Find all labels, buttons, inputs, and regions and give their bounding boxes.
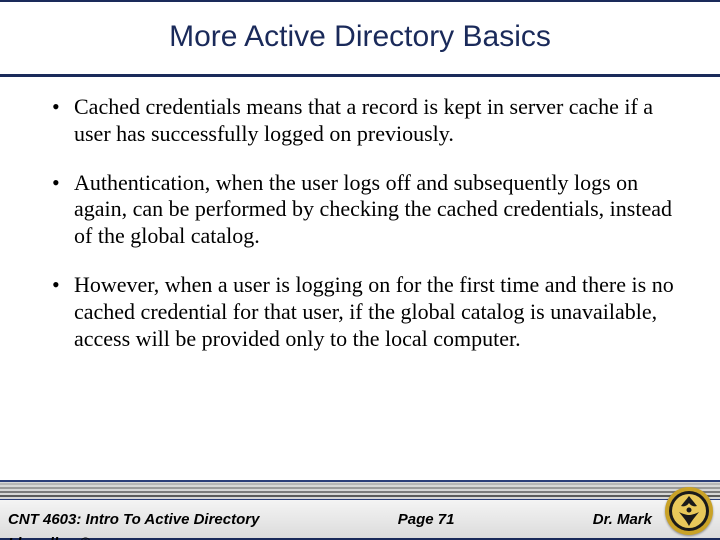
bullet-item: Cached credentials means that a record i… [48, 94, 682, 148]
bullet-item: However, when a user is logging on for t… [48, 272, 682, 352]
slide-body: Cached credentials means that a record i… [48, 94, 682, 375]
footer: CNT 4603: Intro To Active Directory Page… [0, 480, 720, 538]
footer-page: Page 71 [388, 511, 465, 528]
bullet-list: Cached credentials means that a record i… [48, 94, 682, 353]
seal-icon [664, 486, 714, 536]
slide-title: More Active Directory Basics [0, 20, 720, 54]
bullet-item: Authentication, when the user logs off a… [48, 170, 682, 250]
footer-overflow: Llewellyn © [8, 535, 91, 540]
title-rule [0, 74, 720, 77]
slide: More Active Directory Basics Cached cred… [0, 0, 720, 540]
footer-course: CNT 4603: Intro To Active Directory [8, 511, 388, 528]
footer-content: CNT 4603: Intro To Active Directory Page… [0, 500, 720, 538]
footer-divider [0, 480, 720, 502]
